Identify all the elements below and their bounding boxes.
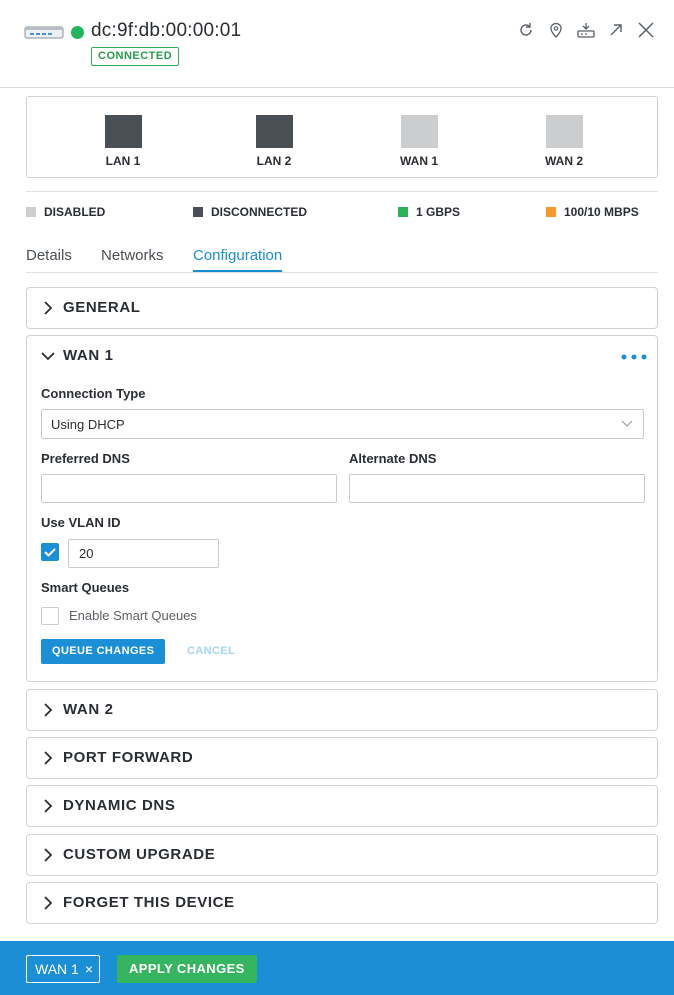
alternate-dns-label: Alternate DNS — [349, 451, 437, 466]
close-icon — [638, 22, 654, 38]
chevron-right-icon — [44, 751, 53, 765]
queue-changes-button[interactable]: QUEUE CHANGES — [41, 639, 166, 664]
device-mac-title: dc:9f:db:00:00:01 — [91, 20, 242, 41]
router-device-icon — [24, 26, 64, 39]
chevron-right-icon — [44, 703, 53, 717]
chevron-right-icon — [44, 799, 53, 813]
port-label: LAN 2 — [256, 154, 292, 168]
section-title: GENERAL — [63, 299, 141, 316]
device-manage-icon — [577, 23, 595, 38]
pending-change-chip[interactable]: WAN 1 × — [26, 955, 101, 983]
section-custom-upgrade[interactable]: CUSTOM UPGRADE — [26, 834, 658, 876]
legend-gbps: 1 GBPS — [398, 205, 460, 219]
divider — [26, 191, 658, 192]
device-manage-button[interactable] — [574, 18, 598, 42]
preferred-dns-label: Preferred DNS — [41, 451, 130, 466]
port-wan-2[interactable]: WAN 2 — [524, 115, 604, 168]
header-actions — [514, 18, 658, 42]
legend-label: 100/10 MBPS — [564, 205, 639, 219]
vlan-id-input[interactable] — [68, 539, 219, 568]
port-legend: DISABLED DISCONNECTED 1 GBPS 100/10 MBPS — [26, 205, 658, 223]
vlan-label: Use VLAN ID — [41, 515, 121, 530]
cancel-button[interactable]: CANCEL — [187, 639, 235, 664]
section-title: WAN 2 — [63, 701, 114, 718]
legend-disabled: DISABLED — [26, 205, 105, 219]
smart-queues-checkbox[interactable] — [41, 607, 59, 625]
chip-label: WAN 1 — [35, 961, 79, 977]
port-wan-1[interactable]: WAN 1 — [379, 115, 459, 168]
legend-swatch — [398, 207, 408, 217]
apply-changes-button[interactable]: APPLY CHANGES — [117, 955, 257, 983]
chevron-down-icon — [41, 352, 55, 361]
legend-swatch — [546, 207, 556, 217]
expand-button[interactable] — [604, 18, 628, 42]
section-port-forward[interactable]: PORT FORWARD — [26, 737, 658, 779]
port-lan-1[interactable]: LAN 1 — [83, 115, 163, 168]
section-wan-2[interactable]: WAN 2 — [26, 689, 658, 731]
legend-mbps: 100/10 MBPS — [546, 205, 639, 219]
expand-icon — [610, 24, 622, 36]
port-indicator — [545, 115, 583, 148]
status-dot — [71, 26, 84, 39]
section-wan-1: WAN 1 Connection Type Using DHCP Preferr… — [26, 335, 658, 682]
legend-disconnected: DISCONNECTED — [193, 205, 307, 219]
ports-panel: LAN 1 LAN 2 WAN 1 WAN 2 — [26, 96, 658, 178]
port-indicator — [255, 115, 293, 148]
section-dynamic-dns[interactable]: DYNAMIC DNS — [26, 785, 658, 827]
enable-smart-queues-label: Enable Smart Queues — [69, 608, 197, 623]
preferred-dns-input[interactable] — [41, 474, 337, 503]
legend-label: DISABLED — [44, 205, 106, 219]
section-general[interactable]: GENERAL — [26, 287, 658, 329]
refresh-icon — [520, 23, 532, 36]
close-button[interactable] — [634, 18, 658, 42]
section-title: CUSTOM UPGRADE — [63, 846, 216, 863]
section-title: WAN 1 — [63, 347, 114, 364]
vlan-checkbox[interactable] — [41, 543, 59, 561]
legend-swatch — [26, 207, 36, 217]
locate-button[interactable] — [544, 18, 568, 42]
pending-changes-bar: WAN 1 × APPLY CHANGES — [0, 941, 674, 995]
smart-queues-label: Smart Queues — [41, 580, 130, 595]
section-title: PORT FORWARD — [63, 749, 194, 766]
legend-swatch — [193, 207, 203, 217]
connection-type-select[interactable]: Using DHCP — [41, 409, 644, 439]
chevron-right-icon — [44, 301, 53, 315]
port-label: WAN 2 — [544, 154, 583, 168]
alternate-dns-input[interactable] — [349, 474, 645, 503]
status-badge: CONNECTED — [91, 47, 180, 66]
section-forget-device[interactable]: FORGET THIS DEVICE — [26, 882, 658, 924]
refresh-button[interactable] — [514, 18, 538, 42]
tab-details[interactable]: Details — [26, 247, 72, 272]
section-title: FORGET THIS DEVICE — [63, 894, 235, 911]
port-label: WAN 1 — [399, 154, 438, 168]
legend-label: DISCONNECTED — [211, 205, 308, 219]
legend-label: 1 GBPS — [416, 205, 461, 219]
port-indicator — [400, 115, 438, 148]
port-label: LAN 1 — [105, 154, 141, 168]
port-lan-2[interactable]: LAN 2 — [234, 115, 314, 168]
chevron-right-icon — [44, 896, 53, 910]
tab-networks[interactable]: Networks — [101, 247, 164, 272]
section-title: DYNAMIC DNS — [63, 797, 176, 814]
locate-icon — [550, 22, 562, 38]
connection-type-label: Connection Type — [41, 386, 146, 401]
checkmark-icon — [44, 548, 56, 557]
port-indicator — [104, 115, 142, 148]
section-wan-1-header[interactable]: WAN 1 — [27, 336, 657, 378]
detail-tabs: Details Networks Configuration — [26, 247, 658, 273]
device-header: dc:9f:db:00:00:01 CONNECTED — [0, 0, 674, 88]
tab-configuration[interactable]: Configuration — [193, 247, 283, 272]
chevron-right-icon — [44, 848, 53, 862]
connection-type-value: Using DHCP — [51, 417, 125, 432]
more-options-icon[interactable] — [619, 350, 649, 364]
chip-close-icon[interactable]: × — [85, 956, 93, 982]
chevron-down-icon — [621, 420, 633, 427]
